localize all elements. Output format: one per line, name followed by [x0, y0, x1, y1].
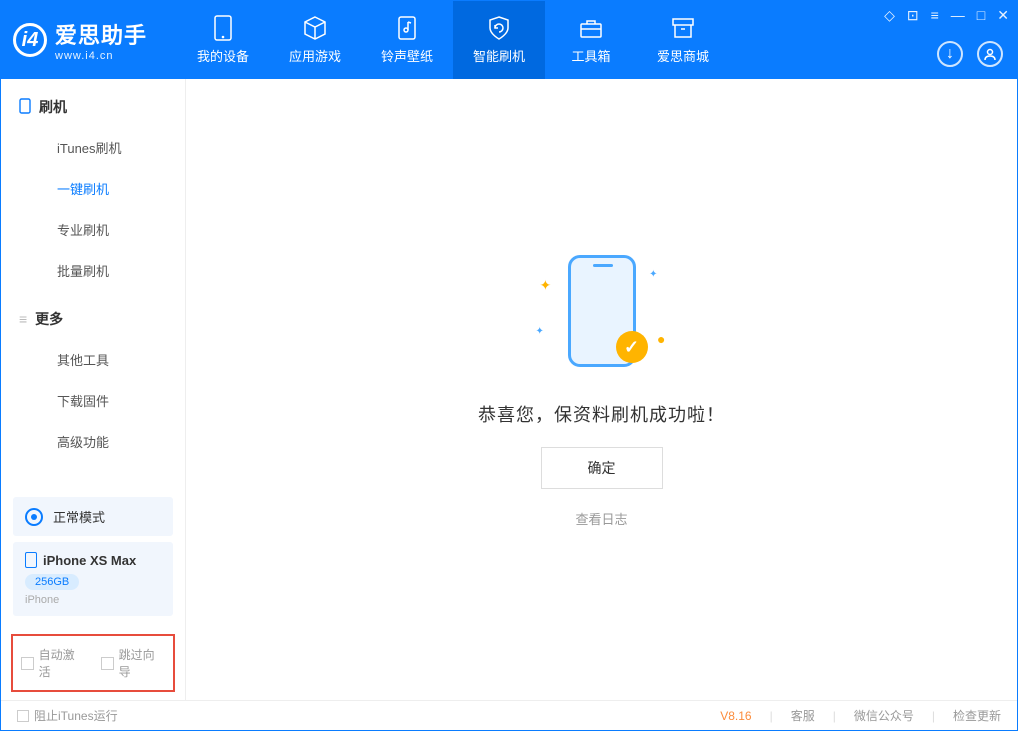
toolbox-icon — [578, 15, 604, 41]
app-name: 爱思助手 — [55, 18, 147, 50]
success-illustration: ✦ ✦ ● ✦ ✓ — [532, 251, 672, 381]
mode-label: 正常模式 — [53, 507, 105, 526]
maximize-button[interactable]: □ — [977, 7, 985, 24]
checkbox-icon — [101, 657, 114, 670]
checkbox-label: 跳过向导 — [119, 646, 165, 680]
music-icon — [394, 15, 420, 41]
tab-label: 智能刷机 — [473, 46, 525, 65]
sidebar-section-flash: 刷机 — [1, 79, 185, 127]
tab-apps[interactable]: 应用游戏 — [269, 1, 361, 79]
support-link[interactable]: 客服 — [791, 707, 815, 724]
section-title: 刷机 — [39, 97, 67, 117]
section-title: 更多 — [35, 309, 63, 329]
version-label: V8.16 — [720, 709, 751, 723]
ok-button[interactable]: 确定 — [541, 447, 663, 489]
main-content: ✦ ✦ ● ✦ ✓ 恭喜您，保资料刷机成功啦！ 确定 查看日志 — [186, 79, 1017, 700]
device-mode[interactable]: 正常模式 — [13, 497, 173, 536]
list-icon: ≡ — [19, 311, 27, 327]
success-message: 恭喜您，保资料刷机成功啦！ — [478, 401, 725, 427]
sparkle-icon: ✦ — [649, 269, 657, 280]
tab-label: 工具箱 — [572, 46, 611, 65]
checkbox-label: 自动激活 — [39, 646, 85, 680]
logo-icon: i4 — [13, 23, 47, 57]
sparkle-icon: ✦ — [540, 277, 552, 294]
menu-icon[interactable]: ≡ — [931, 7, 939, 24]
sidebar-item-other-tools[interactable]: 其他工具 — [1, 339, 185, 380]
lock-icon[interactable]: ⊡ — [907, 7, 919, 24]
tab-label: 应用游戏 — [289, 46, 341, 65]
tab-my-device[interactable]: 我的设备 — [177, 1, 269, 79]
highlight-options: 自动激活 跳过向导 — [11, 634, 175, 692]
tab-label: 爱思商城 — [657, 46, 709, 65]
wechat-link[interactable]: 微信公众号 — [854, 707, 914, 724]
check-update-link[interactable]: 检查更新 — [953, 707, 1001, 724]
checkbox-label: 阻止iTunes运行 — [34, 707, 118, 724]
device-name-row: iPhone XS Max — [25, 552, 161, 568]
sidebar-item-oneclick-flash[interactable]: 一键刷机 — [1, 168, 185, 209]
shirt-icon[interactable]: ◇ — [884, 7, 895, 24]
tab-store[interactable]: 爱思商城 — [637, 1, 729, 79]
header-actions: ↓ — [937, 41, 1003, 67]
sidebar-item-advanced[interactable]: 高级功能 — [1, 421, 185, 462]
phone-icon — [19, 98, 31, 117]
phone-icon — [25, 552, 37, 568]
sidebar-item-download-firmware[interactable]: 下载固件 — [1, 380, 185, 421]
minimize-button[interactable]: — — [951, 7, 965, 24]
download-button[interactable]: ↓ — [937, 41, 963, 67]
logo: i4 爱思助手 www.i4.cn — [13, 18, 147, 62]
body: 刷机 iTunes刷机 一键刷机 专业刷机 批量刷机 ≡ 更多 其他工具 下载固… — [1, 79, 1017, 700]
device-storage: 256GB — [25, 574, 79, 590]
tab-label: 我的设备 — [197, 46, 249, 65]
checkbox-icon — [21, 657, 34, 670]
device-info[interactable]: iPhone XS Max 256GB iPhone — [13, 542, 173, 616]
sidebar-item-itunes-flash[interactable]: iTunes刷机 — [1, 127, 185, 168]
window-controls: ◇ ⊡ ≡ — □ ✕ — [884, 7, 1009, 24]
user-button[interactable] — [977, 41, 1003, 67]
checkbox-block-itunes[interactable]: 阻止iTunes运行 — [17, 707, 118, 724]
title-bar: i4 爱思助手 www.i4.cn 我的设备 应用游戏 铃声壁纸 智能刷机 工具… — [1, 1, 1017, 79]
sparkle-icon: ✦ — [536, 326, 544, 337]
device-icon — [210, 15, 236, 41]
tab-ringtone[interactable]: 铃声壁纸 — [361, 1, 453, 79]
store-icon — [670, 15, 696, 41]
sidebar-item-pro-flash[interactable]: 专业刷机 — [1, 209, 185, 250]
footer: 阻止iTunes运行 V8.16 | 客服 | 微信公众号 | 检查更新 — [1, 700, 1017, 730]
checkbox-auto-activate[interactable]: 自动激活 — [21, 646, 85, 680]
check-badge-icon: ✓ — [616, 331, 648, 363]
footer-right: V8.16 | 客服 | 微信公众号 | 检查更新 — [720, 707, 1001, 724]
sidebar: 刷机 iTunes刷机 一键刷机 专业刷机 批量刷机 ≡ 更多 其他工具 下载固… — [1, 79, 186, 700]
cube-icon — [302, 15, 328, 41]
refresh-shield-icon — [486, 15, 512, 41]
sidebar-section-more: ≡ 更多 — [1, 291, 185, 339]
checkbox-skip-guide[interactable]: 跳过向导 — [101, 646, 165, 680]
device-name: iPhone XS Max — [43, 553, 136, 568]
app-url: www.i4.cn — [55, 50, 147, 62]
tab-toolbox[interactable]: 工具箱 — [545, 1, 637, 79]
sidebar-item-batch-flash[interactable]: 批量刷机 — [1, 250, 185, 291]
view-log-link[interactable]: 查看日志 — [575, 509, 627, 528]
sparkle-icon: ● — [657, 331, 665, 347]
checkbox-icon — [17, 710, 29, 722]
device-type: iPhone — [25, 594, 161, 606]
nav-tabs: 我的设备 应用游戏 铃声壁纸 智能刷机 工具箱 爱思商城 — [177, 1, 729, 79]
tab-label: 铃声壁纸 — [381, 46, 433, 65]
close-button[interactable]: ✕ — [997, 7, 1009, 24]
mode-icon — [25, 508, 43, 526]
logo-text: 爱思助手 www.i4.cn — [55, 18, 147, 62]
tab-flash[interactable]: 智能刷机 — [453, 1, 545, 79]
